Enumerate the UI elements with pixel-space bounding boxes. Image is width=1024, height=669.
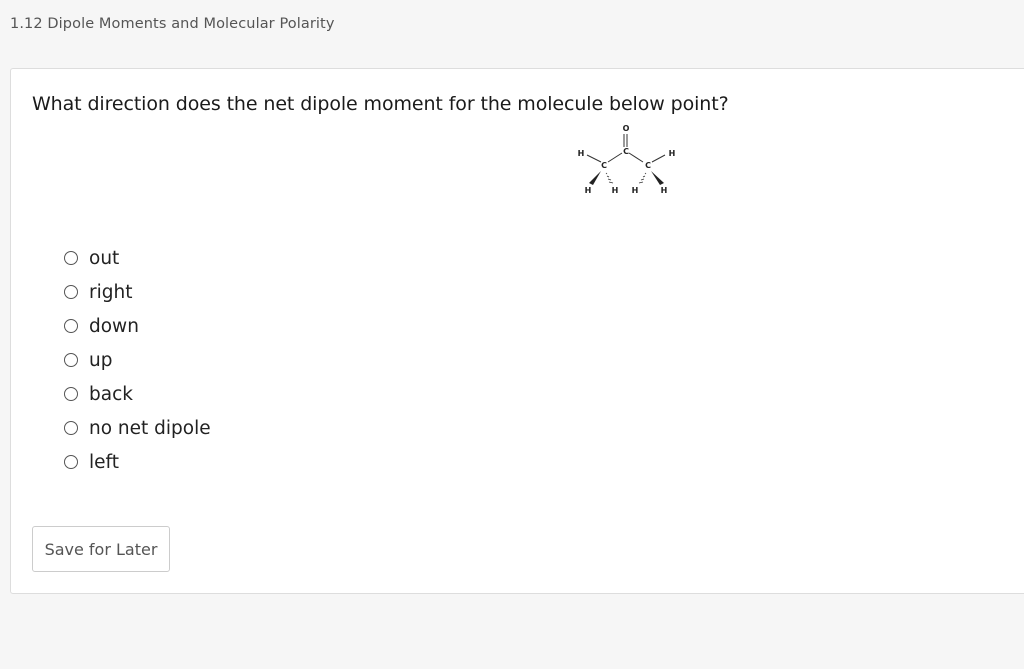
radio-button[interactable] bbox=[64, 353, 78, 367]
radio-button[interactable] bbox=[64, 421, 78, 435]
option-back[interactable]: back bbox=[64, 377, 211, 411]
option-label: right bbox=[89, 281, 133, 303]
option-no-net-dipole[interactable]: no net dipole bbox=[64, 411, 211, 445]
option-label: back bbox=[89, 383, 133, 405]
atom-label: O bbox=[623, 124, 630, 133]
option-left[interactable]: left bbox=[64, 445, 211, 479]
atom-label: H bbox=[585, 186, 592, 195]
atom-label: H bbox=[661, 186, 668, 195]
atom-label: H bbox=[612, 186, 619, 195]
radio-button[interactable] bbox=[64, 285, 78, 299]
option-label: left bbox=[89, 451, 119, 473]
save-for-later-button[interactable]: Save for Later bbox=[32, 526, 170, 572]
option-up[interactable]: up bbox=[64, 343, 211, 377]
option-label: no net dipole bbox=[89, 417, 211, 439]
molecule-diagram: O C C C H H H H H H bbox=[578, 124, 676, 195]
answer-options: out right down up back no net dipole lef… bbox=[64, 241, 211, 479]
option-down[interactable]: down bbox=[64, 309, 211, 343]
option-out[interactable]: out bbox=[64, 241, 211, 275]
radio-button[interactable] bbox=[64, 387, 78, 401]
question-card: What direction does the net dipole momen… bbox=[10, 68, 1024, 594]
atom-label: H bbox=[578, 149, 585, 158]
radio-button[interactable] bbox=[64, 251, 78, 265]
atom-label: H bbox=[632, 186, 639, 195]
atom-label: C bbox=[601, 161, 607, 170]
page-title: 1.12 Dipole Moments and Molecular Polari… bbox=[10, 16, 335, 32]
atom-label: H bbox=[669, 149, 676, 158]
radio-button[interactable] bbox=[64, 319, 78, 333]
option-label: up bbox=[89, 349, 113, 371]
atom-label: C bbox=[645, 161, 651, 170]
question-text: What direction does the net dipole momen… bbox=[32, 93, 729, 115]
option-label: out bbox=[89, 247, 120, 269]
option-label: down bbox=[89, 315, 139, 337]
atom-label: C bbox=[623, 147, 629, 156]
radio-button[interactable] bbox=[64, 455, 78, 469]
option-right[interactable]: right bbox=[64, 275, 211, 309]
